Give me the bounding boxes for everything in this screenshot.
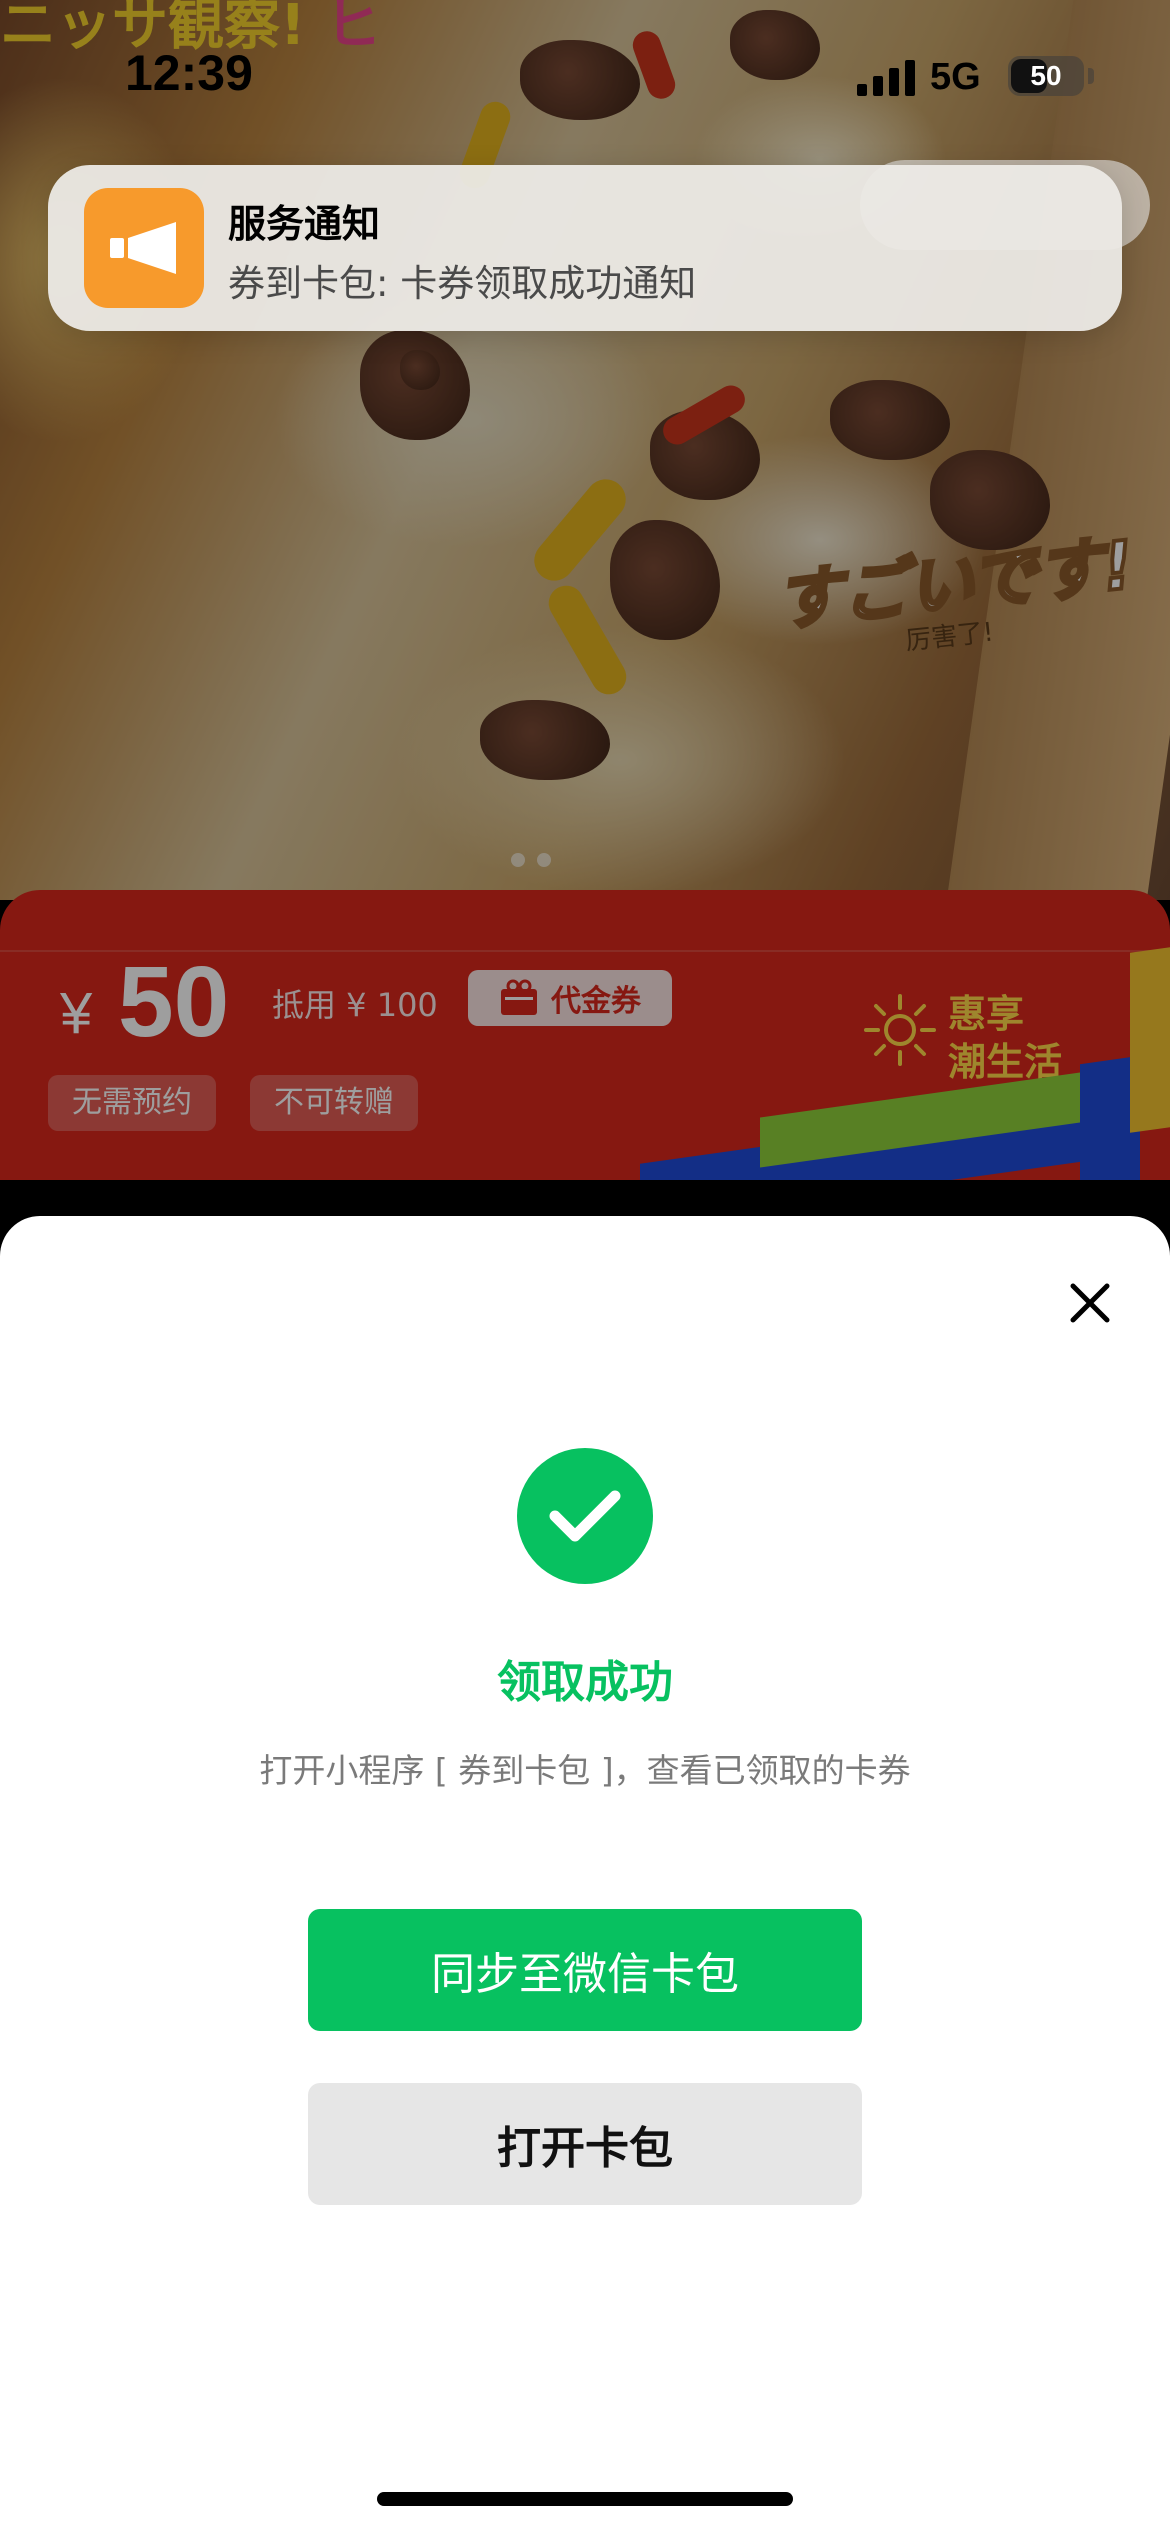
- megaphone-icon: [110, 222, 176, 274]
- cellular-signal-icon: [857, 60, 915, 96]
- close-button[interactable]: [1058, 1271, 1122, 1335]
- sync-to-wechat-wallet-button[interactable]: 同步至微信卡包: [308, 1909, 862, 2031]
- battery-tip: [1088, 68, 1094, 84]
- notification-title: 服务通知: [228, 202, 381, 246]
- notification-app-icon: [84, 188, 204, 308]
- success-title: 领取成功: [497, 1657, 673, 1708]
- network-type: 5G: [930, 56, 981, 98]
- service-notification-banner[interactable]: 服务通知 券到卡包: 卡券领取成功通知: [48, 165, 1122, 331]
- battery-icon: 50: [1008, 56, 1084, 96]
- checkmark-icon: [549, 1490, 621, 1542]
- battery-level: 50: [1030, 60, 1062, 91]
- close-icon: [1070, 1283, 1110, 1323]
- success-description: 打开小程序 [ 券到卡包 ]，查看已领取的卡券: [259, 1751, 911, 1790]
- open-card-wallet-button[interactable]: 打开卡包: [308, 2083, 862, 2205]
- status-bar: 12:39 5G 50: [0, 0, 1170, 150]
- claim-success-sheet: 领取成功 打开小程序 [ 券到卡包 ]，查看已领取的卡券 同步至微信卡包 打开卡…: [0, 1216, 1170, 2532]
- notification-body: 券到卡包: 卡券领取成功通知: [228, 262, 697, 305]
- success-check-badge: [517, 1448, 653, 1584]
- home-indicator[interactable]: [377, 2492, 793, 2506]
- status-time: 12:39: [125, 45, 253, 101]
